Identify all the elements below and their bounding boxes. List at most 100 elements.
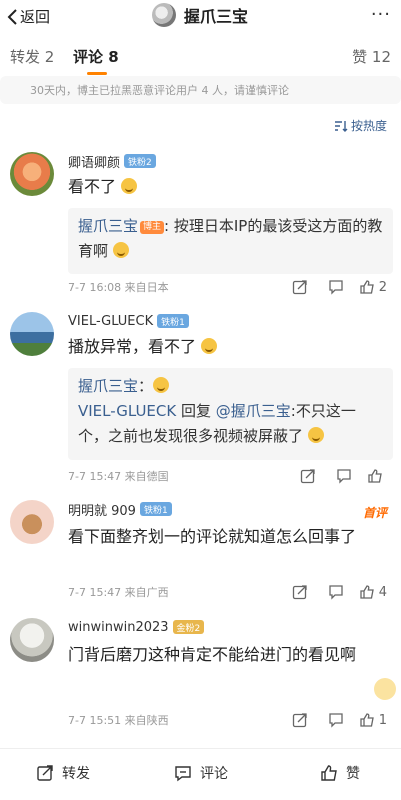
share-icon[interactable]	[287, 582, 313, 602]
comment-page: 返回 握爪三宝 ··· 转发 2 评论 8 赞 12 30天内，博主已拉黑恶意评…	[0, 0, 401, 800]
comment-text-body: 播放异常，看不了	[68, 337, 197, 356]
author-tag: 博主	[140, 221, 165, 234]
fan-badge: 铁粉1	[157, 314, 189, 328]
quote-text: ：	[138, 377, 154, 395]
comment-time: 7-7 15:47	[68, 470, 122, 483]
comment-time: 7-7 15:47	[68, 586, 122, 599]
comment-location: 来自德国	[124, 470, 169, 483]
comment-text-body: 看不了	[68, 177, 117, 196]
thumbs-up-icon	[360, 713, 374, 727]
comment-text: 看下面整齐划一的评论就知道怎么回事了	[68, 527, 357, 546]
home-float-icon[interactable]	[374, 678, 396, 700]
thumbs-up-icon	[360, 585, 374, 599]
comment-icon[interactable]	[331, 466, 357, 486]
share-icon[interactable]	[295, 466, 321, 486]
comment-text: 门背后磨刀这种肯定不能给进门的看见啊	[68, 645, 357, 664]
comment-meta: 7-7 15:47 来自广西	[68, 584, 169, 600]
tab-bar: 转发 2 评论 8 赞 12	[0, 40, 401, 75]
comment-item: 卿语卿颜 铁粉2 看不了 握爪三宝 博主: 按理日本IP的最该受这方面的教育啊 7…	[0, 152, 401, 302]
comment-username[interactable]: 卿语卿颜	[68, 152, 120, 171]
share-icon[interactable]	[287, 710, 313, 730]
laugh-emoji-icon	[201, 338, 218, 354]
tab-comment[interactable]: 评论 8	[73, 46, 119, 67]
top-nav: 返回 握爪三宝 ···	[0, 0, 401, 32]
comment-icon[interactable]	[323, 710, 349, 730]
comment-time: 7-7 16:08	[68, 281, 122, 294]
thumbs-up-icon	[368, 469, 382, 483]
notice-banner: 30天内，博主已拉黑恶意评论用户 4 人，请谨慎评论	[0, 76, 401, 104]
comment-username[interactable]: winwinwin2023	[68, 620, 169, 635]
reply-mention[interactable]: @握爪三宝	[216, 402, 291, 420]
avatar[interactable]	[10, 152, 54, 196]
repost-label: 转发	[62, 766, 90, 782]
laugh-emoji-icon	[307, 427, 324, 443]
reply-username[interactable]: VIEL-GLUECK	[78, 402, 176, 420]
comment-location: 来自陕西	[124, 714, 169, 727]
comment-meta: 7-7 15:51 来自陕西	[68, 712, 169, 728]
comment-location: 来自广西	[124, 586, 169, 599]
smile-emoji-icon	[112, 242, 129, 258]
repost-button[interactable]: 转发	[36, 763, 90, 783]
crying-emoji-icon	[153, 377, 170, 393]
avatar[interactable]	[10, 500, 54, 544]
like-button[interactable]: 4	[359, 584, 387, 600]
share-icon[interactable]	[287, 277, 313, 297]
comment-meta: 7-7 15:47 来自德国	[68, 468, 169, 484]
like-button[interactable]: 2	[359, 279, 387, 295]
like-button[interactable]: 1	[359, 712, 387, 728]
avatar[interactable]	[10, 618, 54, 662]
comment-item: VIEL-GLUECK 铁粉1 播放异常，看不了 握爪三宝： VIEL-GLUE…	[0, 312, 401, 484]
comment-actions: 4	[277, 582, 387, 602]
comment-actions	[285, 466, 387, 486]
comment-actions: 2	[277, 277, 387, 297]
comment-meta: 7-7 16:08 来自日本	[68, 279, 169, 295]
comment-icon[interactable]	[323, 582, 349, 602]
like-label: 赞	[346, 766, 360, 782]
tab-repost[interactable]: 转发 2	[10, 46, 54, 67]
fan-badge: 铁粉1	[139, 502, 172, 516]
like-button[interactable]	[367, 468, 387, 484]
reply-quote[interactable]: 握爪三宝： VIEL-GLUECK 回复 @握爪三宝:不只这一个，之前也发现很多…	[68, 368, 393, 460]
back-button[interactable]: 返回	[6, 6, 50, 27]
comment-actions: 1	[277, 710, 387, 730]
quote-username[interactable]: 握爪三宝	[78, 377, 138, 395]
comment-button[interactable]: 评论	[174, 763, 228, 783]
page-title: 握爪三宝	[184, 7, 249, 26]
sort-button[interactable]: 按热度	[334, 117, 387, 134]
quote-username[interactable]: 握爪三宝	[78, 217, 138, 235]
like-count: 2	[378, 279, 387, 295]
comment-item: winwinwin2023 金粉2 门背后磨刀这种肯定不能给进门的看见啊 7-7…	[0, 618, 401, 728]
nav-user[interactable]: 握爪三宝	[152, 3, 248, 27]
chevron-left-icon	[7, 8, 17, 25]
reply-word: 回复	[176, 402, 216, 420]
sort-icon	[334, 120, 348, 132]
repost-icon	[37, 765, 53, 781]
bottom-action-bar: 转发 评论 赞	[0, 748, 401, 800]
reply-quote[interactable]: 握爪三宝 博主: 按理日本IP的最该受这方面的教育啊	[68, 208, 393, 274]
comment-item: 明明就 909 铁粉1 首评 看下面整齐划一的评论就知道怎么回事了 7-7 15…	[0, 500, 401, 600]
comment-label: 评论	[200, 766, 228, 782]
tab-indicator	[87, 72, 107, 75]
fan-badge: 金粉2	[172, 620, 205, 634]
comment-username[interactable]: 明明就 909	[68, 500, 136, 519]
thumbs-up-icon	[360, 280, 374, 294]
like-count: 4	[378, 584, 387, 600]
more-icon[interactable]: ···	[371, 4, 391, 25]
comment-time: 7-7 15:51	[68, 714, 122, 727]
like-button[interactable]: 赞	[320, 763, 360, 783]
comment-icon	[175, 766, 191, 782]
avatar	[152, 3, 176, 27]
laugh-emoji-icon	[121, 178, 138, 194]
avatar[interactable]	[10, 312, 54, 356]
notice-text: 30天内，博主已拉黑恶意评论用户 4 人，请谨慎评论	[30, 84, 289, 97]
comment-icon[interactable]	[323, 277, 349, 297]
comment-text: 看不了	[68, 174, 393, 199]
thumbs-up-icon	[321, 765, 337, 781]
like-count: 1	[378, 712, 387, 728]
comment-location: 来自日本	[124, 281, 169, 294]
comment-username[interactable]: VIEL-GLUECK	[68, 314, 153, 329]
comment-text: 播放异常，看不了	[68, 334, 393, 359]
fan-badge: 铁粉2	[124, 154, 156, 168]
tab-like[interactable]: 赞 12	[352, 46, 391, 67]
first-comment-badge: 首评	[362, 506, 387, 520]
